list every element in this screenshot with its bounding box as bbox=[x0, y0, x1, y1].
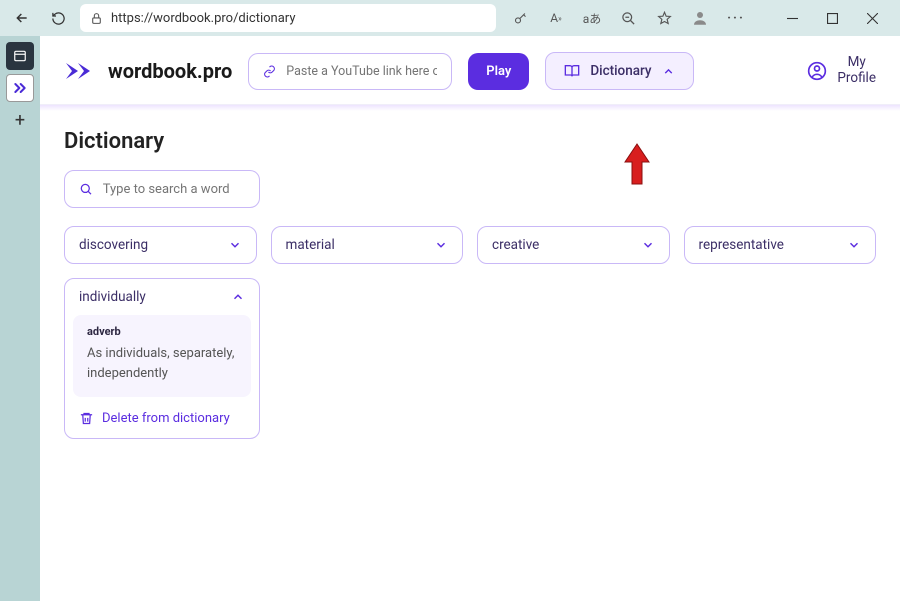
play-button[interactable]: Play bbox=[468, 53, 529, 90]
word-chip-discovering[interactable]: discovering bbox=[64, 226, 257, 264]
search-input[interactable] bbox=[103, 182, 245, 197]
logo-text: wordbook.pro bbox=[108, 59, 232, 83]
key-icon[interactable] bbox=[504, 4, 536, 32]
page-viewport: wordbook.pro Play Dictionary My Profile bbox=[40, 36, 900, 601]
word-chip-representative[interactable]: representative bbox=[684, 226, 877, 264]
user-circle-icon bbox=[807, 61, 827, 81]
app-logo[interactable]: wordbook.pro bbox=[64, 59, 232, 83]
word-label: material bbox=[286, 237, 335, 253]
translate-icon[interactable]: aあ bbox=[576, 4, 608, 32]
word-chip-material[interactable]: material bbox=[271, 226, 464, 264]
tab-new[interactable]: + bbox=[6, 106, 34, 134]
account-icon[interactable] bbox=[684, 4, 716, 32]
tab-collections[interactable] bbox=[6, 42, 34, 70]
arrow-left-icon bbox=[14, 10, 30, 26]
refresh-icon bbox=[51, 11, 66, 26]
dictionary-toggle[interactable]: Dictionary bbox=[545, 52, 693, 90]
word-label: discovering bbox=[79, 237, 148, 253]
search-box[interactable] bbox=[64, 170, 260, 208]
word-label: representative bbox=[699, 237, 784, 253]
favorite-icon[interactable] bbox=[648, 4, 680, 32]
word-row: discovering material creative representa… bbox=[64, 226, 876, 264]
app-header: wordbook.pro Play Dictionary My Profile bbox=[40, 36, 900, 105]
delete-word-button[interactable]: Delete from dictionary bbox=[65, 405, 259, 438]
search-icon bbox=[79, 181, 93, 197]
chevron-down-icon bbox=[641, 238, 655, 252]
word-card-title: individually bbox=[79, 289, 146, 305]
paste-link-input[interactable] bbox=[286, 64, 437, 79]
word-chip-creative[interactable]: creative bbox=[477, 226, 670, 264]
vertical-tabstrip: + bbox=[0, 36, 40, 601]
main-content: Dictionary discovering material creative bbox=[40, 111, 900, 457]
word-card-individually: individually adverb As individuals, sepa… bbox=[64, 278, 260, 439]
chevron-down-icon bbox=[847, 238, 861, 252]
word-pos: adverb bbox=[87, 325, 237, 338]
zoom-out-icon[interactable] bbox=[612, 4, 644, 32]
trash-icon bbox=[79, 411, 94, 426]
url-input[interactable] bbox=[111, 11, 486, 26]
lock-icon bbox=[90, 12, 103, 25]
chevron-down-icon bbox=[434, 238, 448, 252]
chevron-up-icon bbox=[231, 290, 245, 304]
read-aloud-icon[interactable]: A» bbox=[540, 4, 572, 32]
profile-label-1: My bbox=[837, 55, 876, 71]
word-card-header[interactable]: individually bbox=[65, 279, 259, 315]
browser-toolbar: A» aあ ··· bbox=[0, 0, 900, 36]
word-card-body: adverb As individuals, separately, indep… bbox=[73, 315, 251, 397]
minimize-button[interactable] bbox=[772, 4, 812, 32]
wordbook-chevrons-icon bbox=[12, 80, 28, 96]
panel-icon bbox=[13, 49, 27, 63]
chevron-down-icon bbox=[228, 238, 242, 252]
window-controls bbox=[772, 4, 892, 32]
logo-icon bbox=[64, 59, 102, 83]
more-icon[interactable]: ··· bbox=[720, 4, 752, 32]
maximize-button[interactable] bbox=[812, 4, 852, 32]
delete-label: Delete from dictionary bbox=[102, 411, 230, 426]
dictionary-toggle-label: Dictionary bbox=[590, 63, 651, 79]
refresh-button[interactable] bbox=[44, 4, 72, 32]
word-label: creative bbox=[492, 237, 539, 253]
address-bar[interactable] bbox=[80, 4, 496, 32]
profile-link[interactable]: My Profile bbox=[807, 55, 876, 86]
tab-wordbook[interactable] bbox=[6, 74, 34, 102]
word-definition: As individuals, separately, independentl… bbox=[87, 344, 237, 383]
chevron-up-icon bbox=[662, 65, 675, 78]
close-button[interactable] bbox=[852, 4, 892, 32]
page-title: Dictionary bbox=[64, 129, 876, 154]
link-icon bbox=[263, 64, 276, 79]
paste-link-box[interactable] bbox=[248, 53, 452, 90]
profile-label-2: Profile bbox=[837, 71, 876, 87]
book-icon bbox=[564, 63, 580, 79]
back-button[interactable] bbox=[8, 4, 36, 32]
